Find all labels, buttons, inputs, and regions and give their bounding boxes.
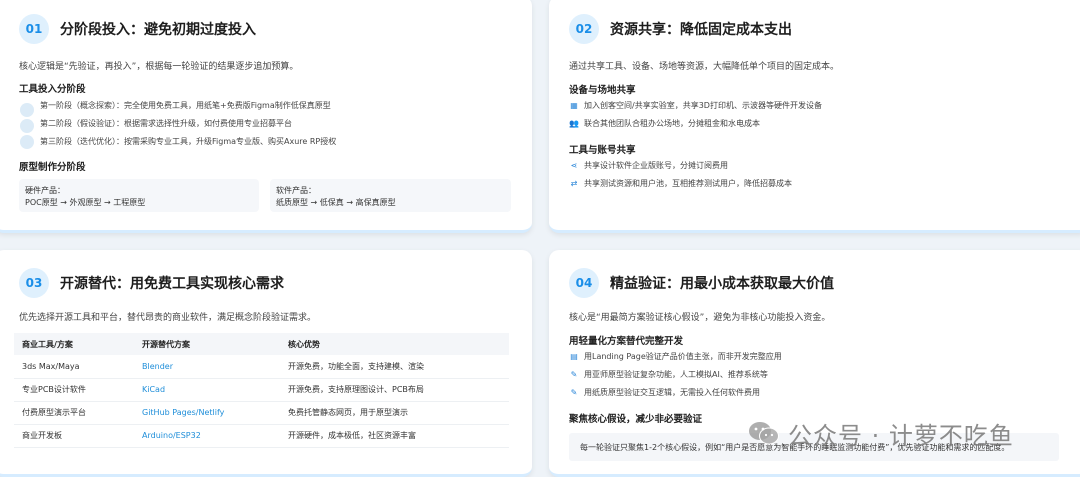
table-cell: 开源硬件，成本极低，社区资源丰富 xyxy=(280,424,509,448)
software-label: 软件产品： xyxy=(276,186,316,195)
column-header: 商业工具/方案 xyxy=(14,333,134,355)
card-title: 精益验证：用最小成本获取最大价值 xyxy=(610,276,834,292)
step-dot-icon xyxy=(20,103,34,117)
step-item: 第三阶段（迭代优化）：按需采购专业工具，升级Figma专业版、购买Axure R… xyxy=(40,137,337,146)
list-item: ▤ 用Landing Page验证产品价值主张，而非开发完整应用 xyxy=(570,352,782,361)
file-icon: ▤ xyxy=(570,352,578,361)
step-dot-icon xyxy=(20,135,34,149)
card-resource-sharing: 02 资源共享：降低固定成本支出 通过共享工具、设备、场地等资源，大幅降低单个项… xyxy=(549,0,1080,233)
alternative-link[interactable]: Arduino/ESP32 xyxy=(134,424,280,448)
alternative-link[interactable]: KiCad xyxy=(134,378,280,402)
list-item: ⇄ 共享测试资源和用户池，互相推荐测试用户，降低招募成本 xyxy=(570,179,792,188)
light-section-title: 用轻量化方案替代完整开发 xyxy=(569,336,684,347)
pen-icon: ✎ xyxy=(570,370,578,379)
software-box: 软件产品： 纸质原型 → 低保真 → 高保真原型 xyxy=(270,179,511,212)
card-staged-investment: 01 分阶段投入：避免初期过度投入 核心逻辑是“先验证，再投入”，根据每一轮验证… xyxy=(0,0,532,233)
table-cell: 3ds Max/Maya xyxy=(14,355,134,379)
step-item: 第二阶段（假设验证）：根据需求选择性升级，如付费使用专业招募平台 xyxy=(40,119,292,128)
table-cell: 付费原型演示平台 xyxy=(14,401,134,425)
card-intro: 优先选择开源工具和平台，替代昂贵的商业软件，满足概念阶段验证需求。 xyxy=(19,313,317,323)
tools-section-title: 工具投入分阶段 xyxy=(19,84,86,95)
building-icon: ▦ xyxy=(570,101,578,110)
table-row: 3ds Max/Maya Blender 开源免费，功能全面，支持建模、渲染 xyxy=(14,355,509,379)
card-title: 资源共享：降低固定成本支出 xyxy=(610,22,792,38)
card-header: 03 开源替代：用免费工具实现核心需求 xyxy=(19,268,284,298)
comparison-table: 商业工具/方案 开源替代方案 核心优势 3ds Max/Maya Blender… xyxy=(14,333,509,448)
table-cell: 商业开发板 xyxy=(14,424,134,448)
list-item: ✎ 用纸质原型验证交互逻辑，无需投入任何软件费用 xyxy=(570,388,760,397)
step-dot-icon xyxy=(20,119,34,133)
card-title: 开源替代：用免费工具实现核心需求 xyxy=(60,276,284,292)
hardware-value: POC原型 → 外观原型 → 工程原型 xyxy=(25,198,146,207)
list-item: ▦ 加入创客空间/共享实验室，共享3D打印机、示波器等硬件开发设备 xyxy=(570,101,822,110)
column-header: 核心优势 xyxy=(280,333,509,355)
column-header: 开源替代方案 xyxy=(134,333,280,355)
table-cell: 开源免费，功能全面，支持建模、渲染 xyxy=(280,355,509,379)
card-title: 分阶段投入：避免初期过度投入 xyxy=(60,22,256,38)
software-value: 纸质原型 → 低保真 → 高保真原型 xyxy=(276,198,396,207)
equip-section-title: 设备与场地共享 xyxy=(569,85,636,96)
wechat-icon xyxy=(749,422,779,445)
card-header: 02 资源共享：降低固定成本支出 xyxy=(569,14,792,44)
hardware-label: 硬件产品： xyxy=(25,186,65,195)
list-item: ⋖ 共享设计软件企业版账号，分摊订阅费用 xyxy=(570,161,728,170)
section-number-badge: 03 xyxy=(19,268,49,298)
card-intro: 核心是“用最简方案验证核心假设”，避免为非核心功能投入资金。 xyxy=(569,313,831,323)
card-open-source: 03 开源替代：用免费工具实现核心需求 优先选择开源工具和平台，替代昂贵的商业软… xyxy=(0,250,532,477)
pen-icon: ✎ xyxy=(570,388,578,397)
exchange-icon: ⇄ xyxy=(570,179,578,188)
list-item: 👥 联合其他团队合租办公场地，分摊租金和水电成本 xyxy=(569,119,760,128)
table-row: 专业PCB设计软件 KiCad 开源免费，支持原理图设计、PCB布局 xyxy=(14,378,509,402)
step-item: 第一阶段（概念探索）：完全使用免费工具，用纸笔+免费版Figma制作低保真原型 xyxy=(40,101,331,110)
card-intro: 通过共享工具、设备、场地等资源，大幅降低单个项目的固定成本。 xyxy=(569,62,840,72)
watermark-text: 公众号 · 计萝不吃鱼 xyxy=(788,421,1014,450)
tools-section-title: 工具与账号共享 xyxy=(569,145,636,156)
card-intro: 核心逻辑是“先验证，再投入”，根据每一轮验证的结果逐步追加预算。 xyxy=(19,62,299,72)
focus-section-title: 聚焦核心假设，减少非必要验证 xyxy=(569,414,703,425)
share-icon: ⋖ xyxy=(570,161,578,170)
card-header: 04 精益验证：用最小成本获取最大价值 xyxy=(569,268,834,298)
hardware-box: 硬件产品： POC原型 → 外观原型 → 工程原型 xyxy=(19,179,259,212)
users-icon: 👥 xyxy=(569,119,579,128)
table-row: 商业开发板 Arduino/ESP32 开源硬件，成本极低，社区资源丰富 xyxy=(14,424,509,448)
watermark: 公众号 · 计萝不吃鱼 xyxy=(748,413,1014,453)
list-item: ✎ 用亚师原型验证复杂功能，人工模拟AI、推荐系统等 xyxy=(570,370,768,379)
alternative-link[interactable]: Blender xyxy=(134,355,280,379)
table-row: 付费原型演示平台 GitHub Pages/Netlify 免费托管静态网页，用… xyxy=(14,401,509,425)
table-header-row: 商业工具/方案 开源替代方案 核心优势 xyxy=(14,333,509,355)
table-cell: 免费托管静态网页，用于原型演示 xyxy=(280,401,509,425)
section-number-badge: 01 xyxy=(19,14,49,44)
table-cell: 专业PCB设计软件 xyxy=(14,378,134,402)
table-cell: 开源免费，支持原理图设计、PCB布局 xyxy=(280,378,509,402)
card-header: 01 分阶段投入：避免初期过度投入 xyxy=(19,14,256,44)
proto-section-title: 原型制作分阶段 xyxy=(19,162,86,173)
section-number-badge: 04 xyxy=(569,268,599,298)
section-number-badge: 02 xyxy=(569,14,599,44)
alternative-link[interactable]: GitHub Pages/Netlify xyxy=(134,401,280,425)
